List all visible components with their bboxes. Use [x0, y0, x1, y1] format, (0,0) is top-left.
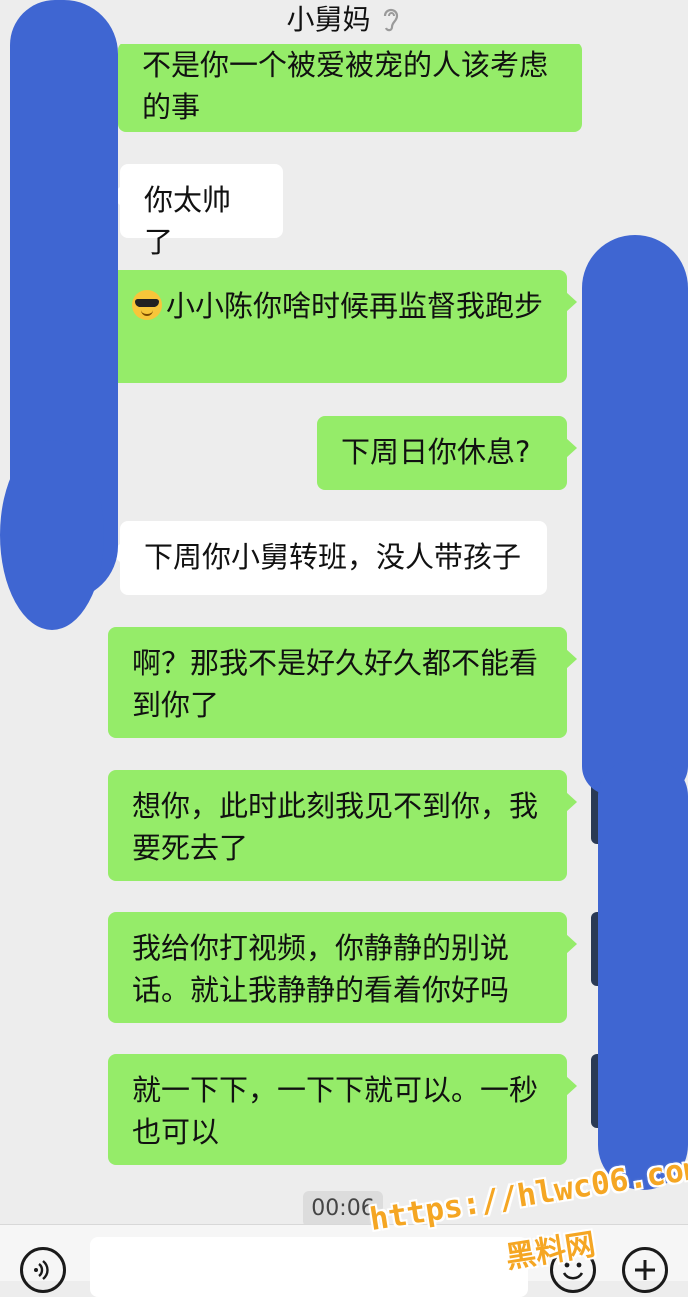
ear-icon[interactable]	[380, 4, 402, 34]
message-bubble-sent[interactable]: 就一下下，一下下就可以。一秒也可以	[108, 1054, 577, 1165]
message-text: 下周你小舅转班，没人带孩子	[144, 540, 522, 574]
voice-icon[interactable]	[20, 1247, 66, 1293]
message-bubble-sent[interactable]: 小小陈你啥时候再监督我跑步	[108, 270, 577, 383]
message-text: 想你，此时此刻我见不到你，我要死去了	[132, 789, 539, 865]
message-text: 就一下下，一下下就可以。一秒也可以	[132, 1073, 539, 1149]
message-text: 小小陈你啥时候再监督我跑步	[166, 289, 544, 323]
message-bubble-sent[interactable]: 想你，此时此刻我见不到你，我要死去了	[108, 770, 577, 881]
chat-title: 小舅妈	[286, 3, 371, 36]
plus-icon[interactable]	[622, 1247, 668, 1293]
redaction-mark	[582, 235, 688, 795]
message-bubble-sent[interactable]: 不是你一个被爱被宠的人该考虑的事	[118, 44, 582, 132]
message-bubble-sent[interactable]: 我给你打视频，你静静的别说话。就让我静静的看着你好吗	[108, 912, 577, 1023]
message-text: 下周日你休息?	[341, 435, 531, 469]
sunglasses-emoji-icon	[132, 290, 162, 320]
redaction-mark	[0, 440, 104, 630]
redaction-mark	[598, 760, 688, 1190]
message-text: 啊？那我不是好久好久都不能看到你了	[132, 646, 539, 722]
message-text: 不是你一个被爱被宠的人该考虑的事	[142, 48, 549, 124]
message-bubble-received[interactable]: 你太帅了	[110, 164, 283, 259]
message-bubble-received[interactable]: 下周你小舅转班，没人带孩子	[110, 521, 547, 595]
message-text: 我给你打视频，你静静的别说话。就让我静静的看着你好吗	[132, 931, 510, 1007]
message-bubble-sent[interactable]: 下周日你休息?	[317, 416, 577, 490]
message-input[interactable]	[90, 1237, 528, 1297]
message-bubble-sent[interactable]: 啊？那我不是好久好久都不能看到你了	[108, 627, 577, 738]
message-text: 你太帅了	[144, 183, 232, 259]
